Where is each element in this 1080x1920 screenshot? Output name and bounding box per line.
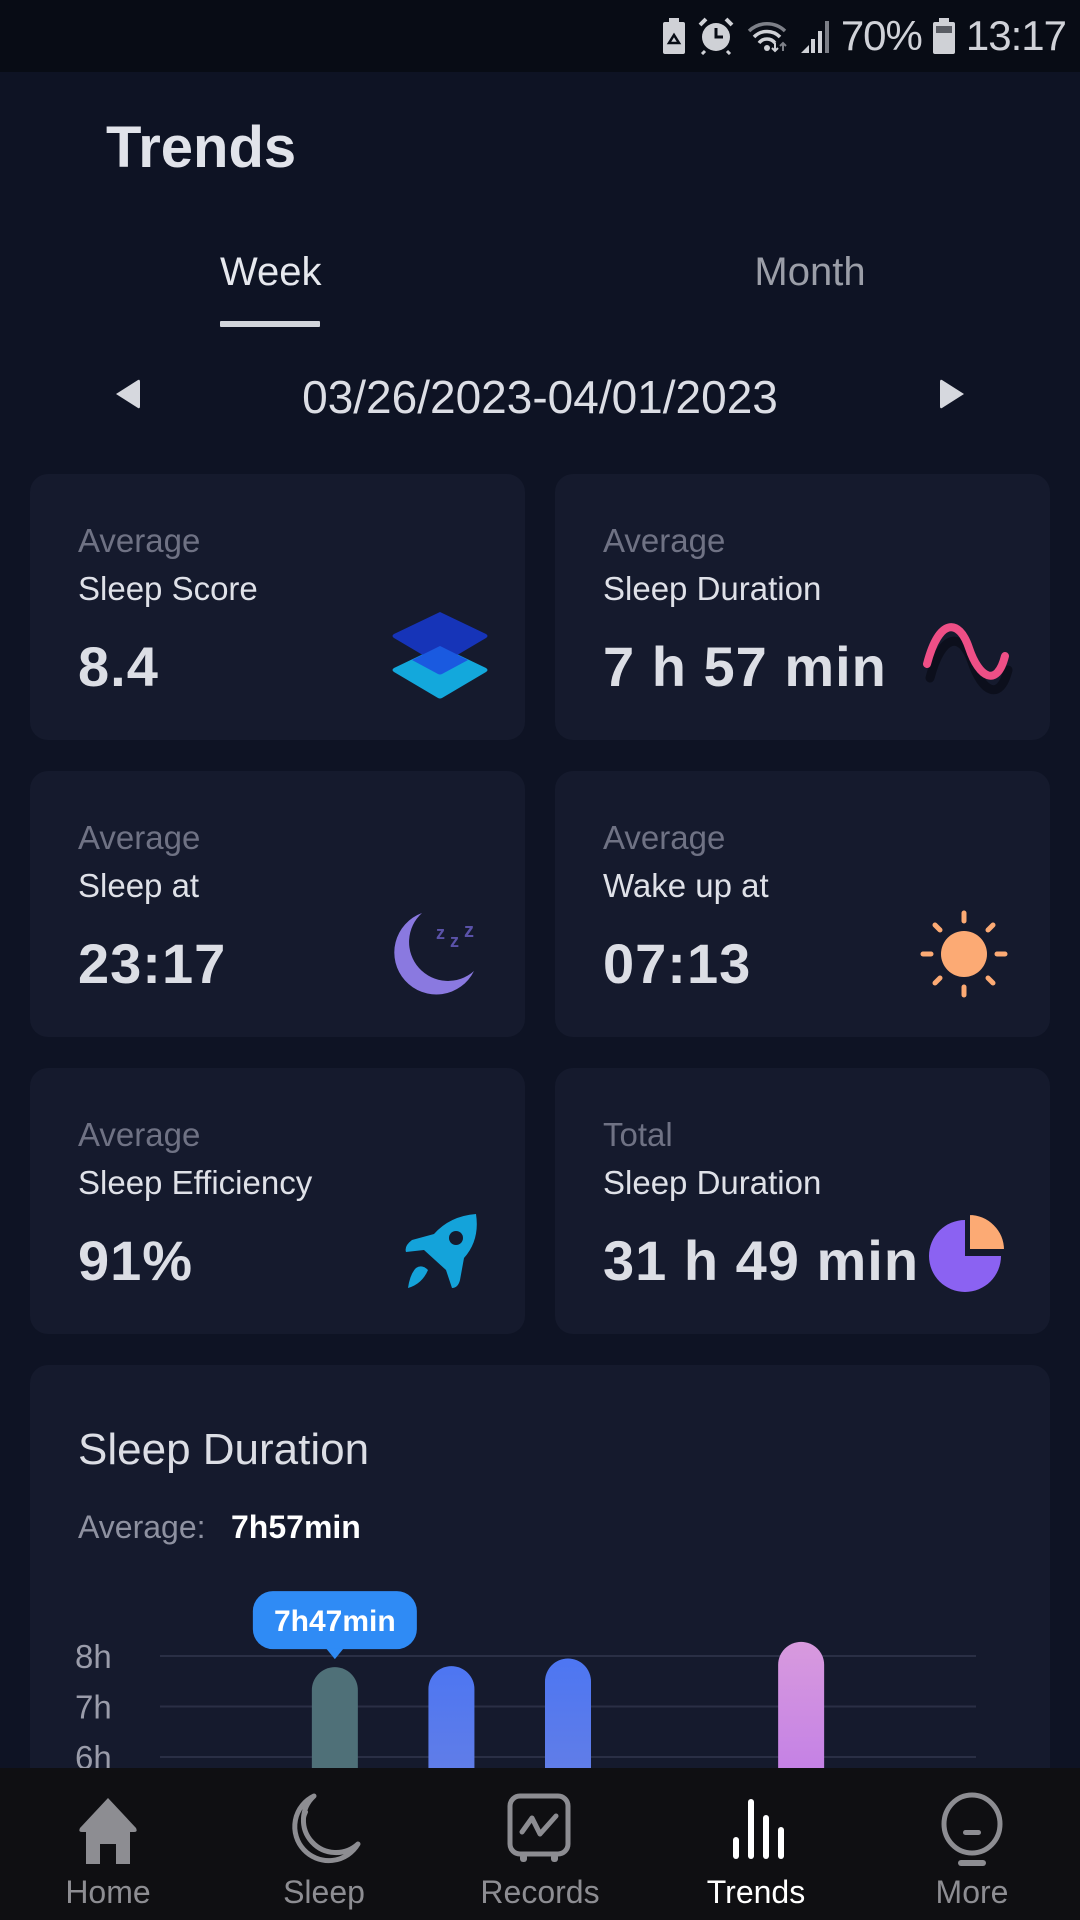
y-tick-label: 7h [75, 1689, 112, 1726]
stat-card-total-sleep-duration[interactable]: Total Sleep Duration 31 h 49 min [555, 1068, 1050, 1334]
stat-qualifier: Average [603, 522, 726, 559]
nav-trends[interactable]: Trends [648, 1768, 864, 1920]
svg-text:z: z [450, 931, 459, 951]
moon-icon [292, 1793, 361, 1864]
home-icon [79, 1798, 137, 1864]
stat-qualifier: Average [78, 1116, 201, 1153]
battery-saver-icon [662, 18, 685, 54]
date-range: 03/26/2023-04/01/2023 [302, 371, 778, 423]
stat-qualifier: Average [603, 819, 726, 856]
stat-card-sleep-efficiency[interactable]: Average Sleep Efficiency 91% [30, 1068, 525, 1334]
active-tab-indicator [220, 321, 320, 327]
stat-value: 7 h 57 min [603, 635, 887, 698]
stat-card-avg-sleep-duration[interactable]: Average Sleep Duration 7 h 57 min [555, 474, 1050, 740]
stat-label: Sleep Score [78, 570, 258, 607]
nav-label: Sleep [283, 1874, 365, 1910]
status-bar: 70% 13:17 [0, 0, 1080, 72]
chart-bar[interactable] [778, 1641, 825, 1785]
nav-home[interactable]: Home [0, 1768, 216, 1920]
pie-chart-icon [929, 1212, 1007, 1292]
stat-card-sleep-at[interactable]: Average Sleep at 23:17 z z z [30, 771, 525, 1037]
stat-qualifier: Total [603, 1116, 673, 1153]
stat-value: 31 h 49 min [603, 1229, 920, 1292]
bar-tooltip: 7h47min [252, 1591, 417, 1660]
sine-wave-icon [923, 623, 1013, 695]
bottom-nav: Home Sleep Records Trends More [0, 1768, 1080, 1920]
stat-label: Sleep Efficiency [78, 1164, 313, 1201]
records-icon [507, 1793, 571, 1862]
nav-label: Trends [706, 1874, 806, 1910]
alarm-icon [698, 17, 734, 55]
device-icon [941, 1792, 1003, 1866]
nav-label: Home [65, 1874, 151, 1910]
battery-icon [932, 18, 955, 54]
stat-card-sleep-score[interactable]: Average Sleep Score 8.4 [30, 474, 525, 740]
svg-text:z: z [464, 920, 474, 942]
battery-percent: 70% [840, 12, 923, 59]
triangle-left-icon[interactable] [106, 378, 146, 410]
signal-icon [800, 21, 829, 53]
layers-icon [392, 612, 488, 699]
stat-label: Wake up at [603, 867, 769, 904]
stat-value: 07:13 [603, 932, 752, 995]
nav-more[interactable]: More [864, 1768, 1080, 1920]
stat-qualifier: Average [78, 522, 201, 559]
stat-qualifier: Average [78, 819, 201, 856]
nav-records[interactable]: Records [432, 1768, 648, 1920]
bar-chart-icon [733, 1799, 784, 1859]
tab-month[interactable]: Month [740, 250, 880, 295]
clock-time: 13:17 [965, 12, 1067, 59]
stat-card-wake-up-at[interactable]: Average Wake up at 07:13 [555, 771, 1050, 1037]
stat-value: 8.4 [78, 635, 159, 698]
stat-label: Sleep Duration [603, 1164, 822, 1201]
y-tick-label: 8h [75, 1638, 112, 1675]
stat-value: 23:17 [78, 932, 227, 995]
page-title: Trends [106, 115, 297, 180]
nav-label: Records [480, 1874, 600, 1910]
svg-text:z: z [436, 923, 445, 943]
nav-sleep[interactable]: Sleep [216, 1768, 432, 1920]
triangle-right-icon[interactable] [934, 378, 974, 410]
tab-week[interactable]: Week [220, 250, 322, 295]
sun-icon [920, 910, 1008, 998]
tooltip-text: 7h47min [274, 1605, 396, 1638]
moon-zzz-icon: z z z [394, 913, 474, 995]
rocket-icon [405, 1214, 477, 1288]
chart-bar[interactable] [545, 1658, 591, 1785]
stat-label: Sleep Duration [603, 570, 822, 607]
wifi-icon [747, 22, 787, 53]
stat-label: Sleep at [78, 867, 200, 904]
nav-label: More [935, 1874, 1009, 1910]
stat-value: 91% [78, 1229, 194, 1292]
